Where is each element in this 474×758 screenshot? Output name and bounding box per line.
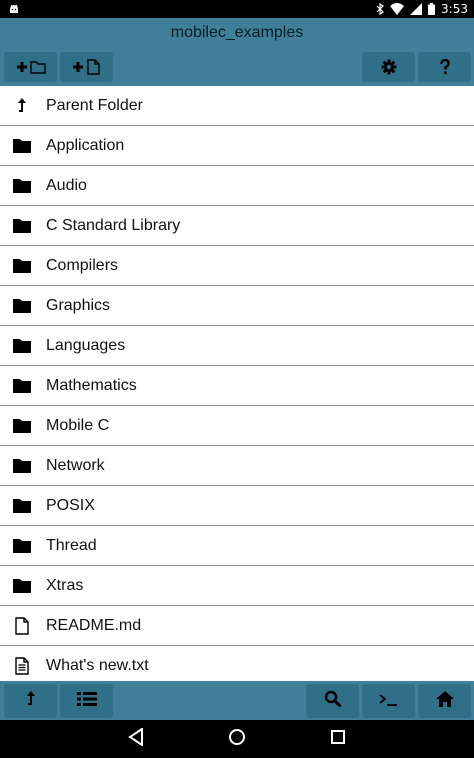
search-icon <box>324 690 342 712</box>
text-file-icon <box>12 656 32 676</box>
file-name: Network <box>46 456 105 474</box>
file-row[interactable]: Thread <box>0 526 474 566</box>
folder-icon <box>12 176 32 196</box>
terminal-icon <box>378 692 399 711</box>
file-row[interactable]: What's new.txt <box>0 646 474 681</box>
file-name: Graphics <box>46 296 111 314</box>
folder-icon <box>12 136 32 156</box>
back-button[interactable] <box>126 727 146 750</box>
file-row[interactable]: README.md <box>0 606 474 646</box>
home-button[interactable] <box>418 684 471 718</box>
file-row[interactable]: C Standard Library <box>0 206 474 246</box>
parent-folder-icon <box>12 96 32 116</box>
file-list: Parent Folder Application Audio C Standard … <box>0 86 474 681</box>
status-bar: 3:53 <box>0 0 474 18</box>
up-icon <box>25 691 37 711</box>
android-icon <box>8 3 20 15</box>
file-name: README.md <box>46 616 142 634</box>
file-name: Thread <box>46 536 97 554</box>
recents-icon <box>330 729 346 749</box>
up-button[interactable] <box>4 684 57 718</box>
folder-icon <box>12 376 32 396</box>
file-row[interactable]: Languages <box>0 326 474 366</box>
list-view-button[interactable] <box>60 684 113 718</box>
file-row[interactable]: Xtras <box>0 566 474 606</box>
parent-folder-row[interactable]: Parent Folder <box>0 86 474 126</box>
folder-icon <box>12 216 32 236</box>
bottom-toolbar <box>0 681 474 720</box>
folder-icon <box>12 416 32 436</box>
folder-icon <box>12 296 32 316</box>
file-row[interactable]: POSIX <box>0 486 474 526</box>
file-name: Languages <box>46 336 126 354</box>
file-icon <box>12 616 32 636</box>
file-name: Audio <box>46 176 87 194</box>
status-time: 3:53 <box>441 2 468 16</box>
folder-icon <box>12 496 32 516</box>
back-icon <box>128 727 144 750</box>
file-name: Mobile C <box>46 416 110 434</box>
file-row[interactable]: Mobile C <box>0 406 474 446</box>
wifi-icon <box>390 3 405 15</box>
top-toolbar <box>0 48 474 86</box>
folder-icon <box>12 336 32 356</box>
navigation-bar <box>0 720 474 758</box>
file-row[interactable]: Audio <box>0 166 474 206</box>
file-name: Parent Folder <box>46 96 143 114</box>
folder-icon <box>12 536 32 556</box>
file-row[interactable]: Compilers <box>0 246 474 286</box>
signal-icon <box>410 3 423 15</box>
file-row[interactable]: Network <box>0 446 474 486</box>
help-icon <box>439 59 450 75</box>
battery-icon <box>428 3 436 15</box>
home-nav-button[interactable] <box>227 729 247 749</box>
file-name: What's new.txt <box>46 656 149 674</box>
file-name: C Standard Library <box>46 216 181 234</box>
recents-button[interactable] <box>328 729 348 749</box>
new-file-button[interactable] <box>60 52 113 82</box>
settings-icon <box>381 59 397 75</box>
file-name: Mathematics <box>46 376 137 394</box>
home-circle-icon <box>228 728 246 750</box>
file-name: Application <box>46 136 125 154</box>
new-file-icon <box>71 58 103 76</box>
home-icon <box>435 691 454 711</box>
file-row[interactable]: Mathematics <box>0 366 474 406</box>
settings-button[interactable] <box>362 52 415 82</box>
list-view-icon <box>76 691 97 711</box>
search-button[interactable] <box>306 684 359 718</box>
folder-icon <box>12 456 32 476</box>
file-row[interactable]: Graphics <box>0 286 474 326</box>
new-folder-icon <box>15 58 47 76</box>
bluetooth-icon <box>376 3 384 15</box>
file-row[interactable]: Application <box>0 126 474 166</box>
file-name: Compilers <box>46 256 119 274</box>
file-name: Xtras <box>46 576 84 594</box>
new-folder-button[interactable] <box>4 52 57 82</box>
folder-icon <box>12 256 32 276</box>
page-title: mobilec_examples <box>0 18 474 48</box>
help-button[interactable] <box>418 52 471 82</box>
folder-icon <box>12 576 32 596</box>
terminal-button[interactable] <box>362 684 415 718</box>
file-name: POSIX <box>46 496 95 514</box>
